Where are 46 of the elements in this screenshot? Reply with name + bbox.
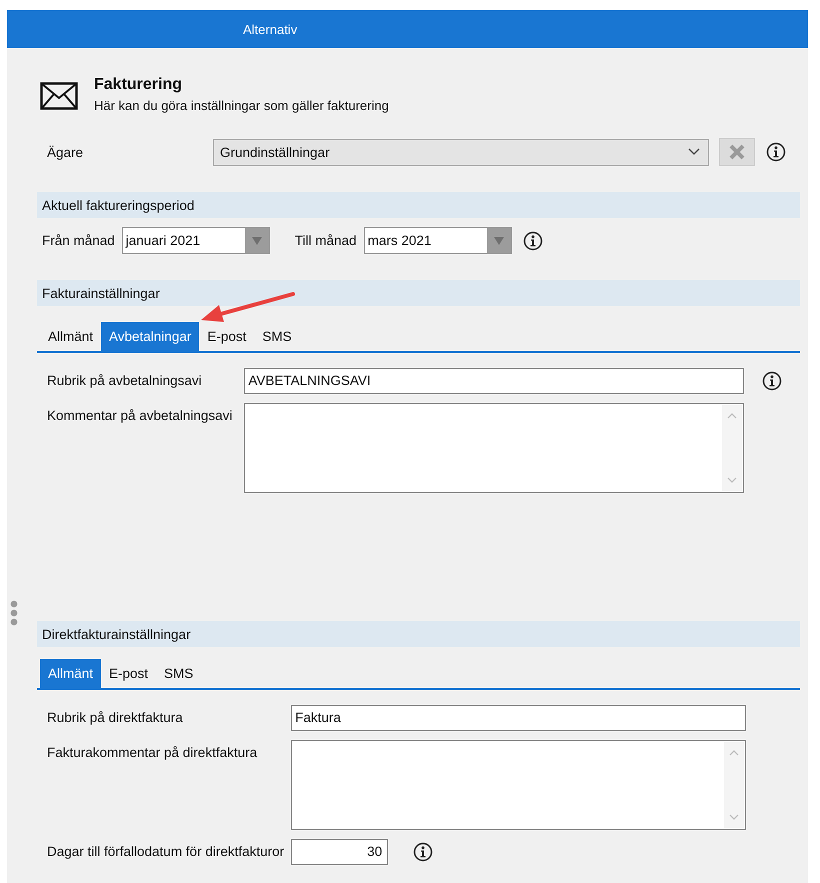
triangle-down-icon (252, 236, 262, 244)
info-icon[interactable] (766, 142, 786, 162)
info-icon[interactable] (762, 371, 782, 391)
text-area[interactable] (244, 403, 744, 493)
text-area[interactable] (291, 740, 746, 830)
window-title: Alternativ (243, 22, 298, 36)
close-icon (728, 143, 746, 161)
text-field[interactable]: Faktura (291, 705, 746, 731)
tab[interactable]: SMS (254, 322, 300, 351)
chevron-up-icon[interactable] (729, 750, 740, 756)
tab[interactable]: E-post (101, 659, 156, 688)
text-field[interactable]: AVBETALNINGSAVI (244, 368, 744, 394)
clear-button[interactable] (719, 138, 755, 166)
scrollbar[interactable] (724, 742, 744, 828)
tab[interactable]: E-post (199, 322, 254, 351)
envelope-icon (40, 82, 78, 110)
number-field[interactable]: 30 (291, 839, 388, 865)
month-dropdown[interactable]: januari 2021 (122, 227, 270, 254)
triangle-down-icon (494, 236, 504, 244)
month-dropdown[interactable]: mars 2021 (364, 227, 512, 254)
field-label: Ägare (46, 144, 84, 160)
owner-dropdown[interactable]: Grundinställningar (213, 138, 709, 166)
field-label: Rubrik på direktfaktura (47, 709, 184, 725)
scrollbar[interactable] (722, 405, 742, 491)
field-label: Dagar till förfallodatum för direktfakturor (47, 843, 284, 859)
section-title: Direktfakturainställningar (42, 626, 191, 642)
chevron-up-icon[interactable] (727, 413, 738, 419)
chevron-down-icon (688, 148, 700, 156)
field-label: Från månad (41, 233, 116, 248)
field-label: Rubrik på avbetalningsavi (47, 372, 203, 388)
section-title: Aktuell faktureringsperiod (42, 198, 194, 212)
field-label: Till månad (294, 233, 358, 248)
chevron-down-icon[interactable] (727, 477, 738, 483)
tab[interactable]: Allmänt (40, 659, 102, 688)
tab[interactable]: Allmänt (40, 322, 102, 351)
info-icon[interactable] (413, 842, 434, 862)
section-title: Fakturainställningar (42, 286, 160, 300)
field-label: Kommentar på avbetalningsavi (47, 407, 232, 423)
tab[interactable]: Avbetalningar (101, 322, 200, 351)
splitter-grip-icon[interactable] (10, 600, 18, 626)
field-label: Fakturakommentar på direktfaktura (47, 744, 258, 760)
info-icon[interactable] (522, 230, 543, 250)
page-subtitle: Här kan du göra inställningar som gäller fakturering (94, 98, 389, 113)
chevron-down-icon[interactable] (729, 814, 740, 820)
tab[interactable]: SMS (156, 659, 202, 688)
page-title: Fakturering (94, 76, 184, 94)
